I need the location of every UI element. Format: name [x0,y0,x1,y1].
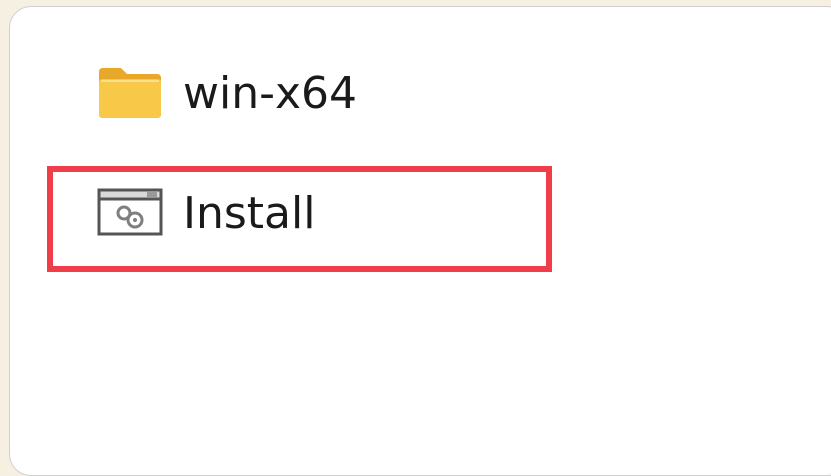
folder-icon [97,64,163,124]
file-name-win-x64: win-x64 [183,68,358,119]
highlight-box [47,166,552,272]
file-item-win-x64[interactable]: win-x64 [97,62,357,126]
